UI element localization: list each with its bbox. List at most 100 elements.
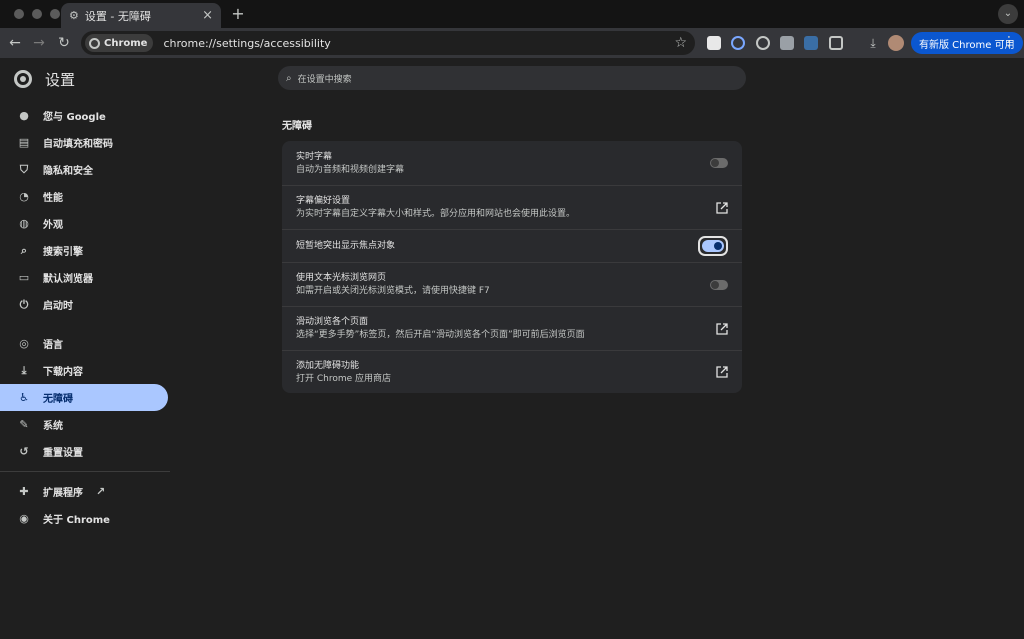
sidebar-item-extensions[interactable]: ✚ 扩展程序 ↗ bbox=[0, 478, 170, 505]
external-link-icon[interactable] bbox=[716, 201, 728, 214]
site-info-chip[interactable]: Chrome bbox=[85, 34, 154, 52]
omnibox[interactable]: Chrome chrome://settings/accessibility ☆ bbox=[81, 31, 695, 55]
wrench-icon: ✎ bbox=[19, 418, 29, 431]
section-title: 无障碍 bbox=[282, 121, 312, 132]
tab-settings[interactable]: ⚙ 设置 - 无障碍 × bbox=[61, 3, 221, 28]
sidebar-item-label: 外观 bbox=[43, 220, 63, 231]
sidebar-item-search-engine[interactable]: ⌕ 搜索引擎 bbox=[0, 237, 170, 264]
sidebar-item-label: 隐私和安全 bbox=[43, 166, 93, 177]
search-icon: ⌕ bbox=[286, 72, 292, 84]
sidebar-item-label: 系统 bbox=[43, 421, 63, 432]
zoom-window-button[interactable] bbox=[50, 9, 60, 19]
row-sublabel: 如需开启或关闭光标浏览模式，请使用快捷键 F7 bbox=[296, 286, 490, 296]
sidebar-item-label: 启动时 bbox=[43, 301, 73, 312]
toolbar: ← → ↻ Chrome chrome://settings/accessibi… bbox=[0, 28, 1024, 58]
row-sublabel: 为实时字幕自定义字幕大小和样式。部分应用和网站也会使用此设置。 bbox=[296, 209, 576, 219]
sidebar-item-accessibility[interactable]: ♿ 无障碍 bbox=[0, 384, 168, 411]
external-link-icon[interactable] bbox=[716, 322, 728, 335]
sidebar-divider bbox=[0, 471, 170, 472]
sidebar-item-label: 重置设置 bbox=[43, 448, 83, 459]
chrome-logo-icon bbox=[14, 70, 32, 88]
sidebar-item-label: 关于 Chrome bbox=[43, 515, 110, 526]
downloads-icon[interactable]: ⤓ bbox=[866, 36, 880, 50]
bookmark-star-icon[interactable]: ☆ bbox=[674, 35, 687, 51]
row-swipe-navigation[interactable]: 滑动浏览各个页面 选择“更多手势”标签页，然后开启“滑动浏览各个页面”即可前后浏… bbox=[282, 306, 742, 350]
settings-search-input[interactable]: ⌕ 在设置中搜索 bbox=[278, 66, 746, 90]
extension-icon-3[interactable] bbox=[756, 36, 770, 50]
avatar[interactable] bbox=[888, 35, 904, 51]
extension-icon-2[interactable] bbox=[731, 36, 745, 50]
focus-highlight-toggle[interactable] bbox=[702, 240, 724, 252]
row-label: 实时字幕 bbox=[296, 151, 333, 162]
new-tab-button[interactable]: + bbox=[228, 4, 248, 24]
row-sublabel: 自动为音频和视频创建字幕 bbox=[296, 164, 405, 175]
sidebar: ● 您与 Google ▤ 自动填充和密码 ⛉ 隐私和安全 ◔ 性能 ◍ 外观 ⌕ 搜索引擎… bbox=[0, 102, 170, 532]
back-button[interactable]: ← bbox=[6, 34, 24, 52]
globe-icon: ◎ bbox=[19, 337, 29, 350]
close-window-button[interactable] bbox=[14, 9, 24, 19]
chrome-icon bbox=[89, 37, 100, 49]
external-link-icon: ↗ bbox=[96, 485, 106, 498]
row-live-caption[interactable]: 实时字幕 自动为音频和视频创建字幕 bbox=[282, 141, 742, 185]
live-caption-toggle[interactable] bbox=[710, 158, 728, 168]
chip-label: Chrome bbox=[104, 37, 148, 49]
sidebar-item-system[interactable]: ✎ 系统 bbox=[0, 411, 170, 438]
shield-icon: ⛉ bbox=[19, 162, 29, 176]
row-add-accessibility-features[interactable]: 添加无障碍功能 打开 Chrome 应用商店 bbox=[282, 350, 742, 393]
search-icon: ⌕ bbox=[20, 243, 28, 257]
sidebar-item-label: 自动填充和密码 bbox=[43, 139, 113, 150]
focus-ring bbox=[698, 236, 728, 256]
sidebar-item-privacy[interactable]: ⛉ 隐私和安全 bbox=[0, 156, 170, 183]
sidebar-item-label: 无障碍 bbox=[43, 394, 73, 405]
sidebar-item-label: 默认浏览器 bbox=[43, 274, 93, 285]
puzzle-icon: ✚ bbox=[19, 485, 29, 498]
close-tab-icon[interactable]: × bbox=[202, 8, 213, 23]
url-text[interactable]: chrome://settings/accessibility bbox=[163, 37, 674, 50]
sidebar-item-autofill[interactable]: ▤ 自动填充和密码 bbox=[0, 129, 170, 156]
sidebar-item-default-browser[interactable]: ▭ 默认浏览器 bbox=[0, 264, 170, 291]
row-caption-preferences[interactable]: 字幕偏好设置 为实时字幕自定义字幕大小和样式。部分应用和网站也会使用此设置。 bbox=[282, 185, 742, 229]
sidebar-item-you-and-google[interactable]: ● 您与 Google bbox=[0, 102, 170, 129]
clipboard-icon: ▤ bbox=[18, 136, 30, 149]
gear-icon: ⚙ bbox=[69, 9, 79, 22]
tab-strip: ⚙ 设置 - 无障碍 × + ⌄ bbox=[0, 0, 1024, 28]
extension-icon-4[interactable] bbox=[780, 36, 794, 50]
accessibility-card: 实时字幕 自动为音频和视频创建字幕 字幕偏好设置 为实时字幕自定义字幕大小和样式… bbox=[282, 141, 742, 393]
row-caret-browsing[interactable]: 使用文本光标浏览网页 如需开启或关闭光标浏览模式，请使用快捷键 F7 bbox=[282, 262, 742, 306]
sidebar-item-appearance[interactable]: ◍ 外观 bbox=[0, 210, 170, 237]
caret-browsing-toggle[interactable] bbox=[710, 279, 728, 290]
forward-button[interactable]: → bbox=[30, 34, 48, 52]
tab-search-button[interactable]: ⌄ bbox=[998, 4, 1018, 24]
sidebar-item-downloads[interactable]: ⤓ 下载内容 bbox=[0, 357, 170, 384]
chrome-icon: ◉ bbox=[19, 512, 29, 525]
browser-icon: ▭ bbox=[18, 271, 30, 284]
sidebar-item-about-chrome[interactable]: ◉ 关于 Chrome bbox=[0, 505, 170, 532]
sidebar-item-performance[interactable]: ◔ 性能 bbox=[0, 183, 170, 210]
tab-title: 设置 - 无障碍 bbox=[84, 9, 151, 23]
extension-icon-1[interactable] bbox=[707, 36, 721, 50]
person-icon: ● bbox=[19, 109, 29, 122]
sidebar-item-label: 性能 bbox=[43, 193, 63, 204]
sidebar-item-reset[interactable]: ↺ 重置设置 bbox=[0, 438, 170, 465]
row-sublabel: 打开 Chrome 应用商店 bbox=[296, 373, 392, 384]
sidebar-item-languages[interactable]: ◎ 语言 bbox=[0, 330, 170, 357]
row-focus-highlight[interactable]: 短暂地突出显示焦点对象 bbox=[282, 229, 742, 262]
page-title: 设置 bbox=[45, 71, 76, 89]
extensions-puzzle-icon[interactable] bbox=[829, 36, 843, 50]
sidebar-item-label: 语言 bbox=[43, 340, 63, 351]
search-placeholder: 在设置中搜索 bbox=[297, 74, 352, 85]
sidebar-item-label: 搜索引擎 bbox=[43, 247, 83, 258]
sidebar-item-label: 扩展程序 bbox=[43, 488, 83, 499]
sidebar-item-on-startup[interactable]: ⏻ 启动时 bbox=[0, 291, 170, 318]
power-icon: ⏻ bbox=[19, 297, 29, 311]
menu-icon[interactable]: ⋮ bbox=[1002, 34, 1016, 50]
download-icon: ⤓ bbox=[21, 363, 27, 377]
reload-button[interactable]: ↻ bbox=[55, 34, 73, 52]
row-label: 短暂地突出显示焦点对象 bbox=[296, 241, 396, 251]
external-link-icon[interactable] bbox=[716, 366, 728, 378]
extension-icon-5[interactable] bbox=[804, 36, 818, 50]
row-sublabel: 选择“更多手势”标签页，然后开启“滑动浏览各个页面”即可前后浏览页面 bbox=[296, 330, 585, 340]
minimize-window-button[interactable] bbox=[32, 9, 42, 19]
palette-icon: ◍ bbox=[19, 217, 29, 230]
gauge-icon: ◔ bbox=[19, 190, 29, 203]
